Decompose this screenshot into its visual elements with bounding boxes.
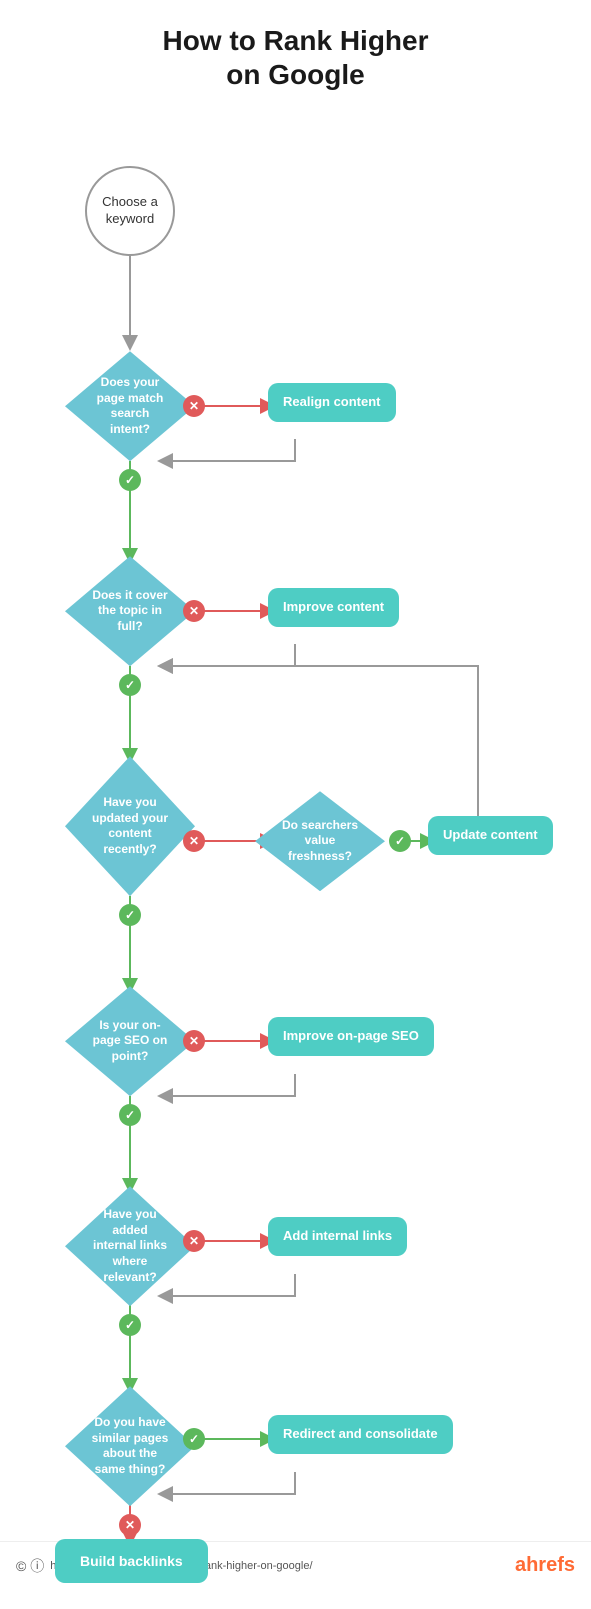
- footer-icons: © ⓘ: [16, 1556, 44, 1576]
- realign-content-node: Realign content: [268, 383, 396, 422]
- redirect-consolidate-node: Redirect and consolidate: [268, 1415, 453, 1454]
- build-backlinks-node: Build backlinks: [55, 1539, 208, 1583]
- ahrefs-logo: ahrefs: [515, 1554, 575, 1577]
- add-internal-links-node: Add internal links: [268, 1217, 407, 1256]
- update-content-node: Update content: [428, 816, 553, 855]
- improve-onpage-node: Improve on-page SEO: [268, 1017, 434, 1056]
- improve-content-node: Improve content: [268, 588, 399, 627]
- page-container: How to Rank Higher on Google: [0, 0, 591, 1609]
- start-node: Choose a keyword: [85, 166, 175, 256]
- page-title: How to Rank Higher on Google: [162, 24, 428, 91]
- flowchart: Choose a keyword Does your page match se…: [0, 121, 591, 1541]
